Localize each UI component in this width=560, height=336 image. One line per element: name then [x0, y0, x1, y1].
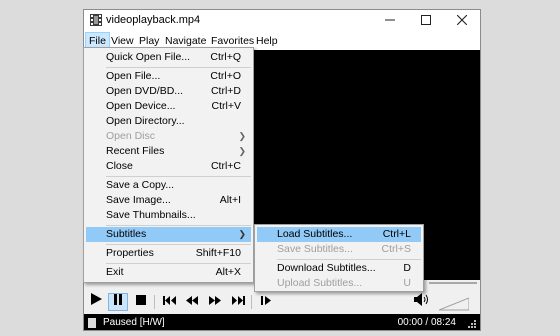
menu-item-label: Save Subtitles...	[277, 243, 353, 255]
menu-separator	[106, 176, 251, 177]
menu-item-load-subtitles[interactable]: Load Subtitles... Ctrl+L	[257, 227, 421, 242]
stop-button[interactable]	[131, 293, 151, 311]
fast-forward-button[interactable]	[205, 293, 225, 311]
menu-item-save-subtitles: Save Subtitles... Ctrl+S	[257, 242, 421, 257]
close-icon	[456, 14, 468, 26]
control-divider	[154, 295, 155, 309]
menu-separator	[106, 225, 251, 226]
menu-item-label: Open Device...	[106, 100, 176, 112]
rewind-icon	[186, 296, 198, 305]
play-button[interactable]	[86, 293, 106, 311]
menu-item-label: Load Subtitles...	[277, 228, 353, 240]
pause-button[interactable]	[108, 293, 128, 311]
minimize-icon	[385, 19, 395, 21]
volume-slider[interactable]	[439, 297, 469, 311]
menu-item-shortcut: Ctrl+Q	[210, 51, 241, 63]
menu-item-exit[interactable]: Exit Alt+X	[86, 265, 251, 280]
rewind-button[interactable]	[182, 293, 202, 311]
skip-next-icon	[231, 296, 245, 305]
menu-item-label: Subtitles	[106, 228, 147, 240]
frame-step-button[interactable]	[256, 293, 276, 311]
time-display: 00:00 / 08:24	[397, 317, 456, 328]
menu-item-label: Save Image...	[106, 194, 171, 206]
menu-item-download-subtitles[interactable]: Download Subtitles... D	[257, 261, 421, 276]
menu-item-shortcut: Ctrl+V	[211, 100, 241, 112]
status-bar: Paused [H/W] 00:00 / 08:24	[84, 314, 480, 330]
frame-step-icon	[260, 296, 271, 305]
control-bar	[84, 290, 480, 314]
menu-separator	[106, 244, 251, 245]
menu-item-label: Save a Copy...	[106, 179, 175, 191]
previous-button[interactable]	[159, 293, 179, 311]
menu-item-label: Open File...	[106, 70, 161, 82]
skip-previous-icon	[162, 296, 176, 305]
submenu-arrow-icon: ❯	[238, 146, 246, 156]
menu-item-label: Upload Subtitles...	[277, 277, 363, 289]
menu-item-label: Quick Open File...	[106, 51, 191, 63]
menu-item-shortcut: Ctrl+L	[382, 228, 411, 240]
menu-help[interactable]: Help	[253, 32, 281, 50]
menu-separator	[106, 67, 251, 68]
menu-item-save-copy[interactable]: Save a Copy...	[86, 178, 251, 193]
file-menu-dropdown: Quick Open File... Ctrl+Q Open File... C…	[83, 47, 254, 283]
menu-item-shortcut: Alt+I	[219, 194, 241, 206]
control-divider	[251, 295, 252, 309]
menu-item-shortcut: Ctrl+D	[210, 85, 241, 97]
menu-item-label: Download Subtitles...	[277, 262, 376, 274]
menu-item-label: Open Directory...	[106, 115, 185, 127]
subtitles-submenu: Load Subtitles... Ctrl+L Save Subtitles.…	[254, 224, 424, 292]
menu-item-properties[interactable]: Properties Shift+F10	[86, 246, 251, 261]
speaker-icon	[414, 293, 428, 306]
fast-forward-icon	[209, 296, 221, 305]
playback-status: Paused [H/W]	[103, 317, 165, 328]
menu-item-label: Open DVD/BD...	[106, 85, 184, 97]
minimize-button[interactable]	[372, 10, 408, 32]
menu-item-subtitles[interactable]: Subtitles ❯	[86, 227, 251, 242]
maximize-icon	[421, 15, 431, 25]
menu-item-shortcut: D	[403, 262, 411, 274]
menu-item-shortcut: Ctrl+C	[210, 160, 241, 172]
submenu-arrow-icon: ❯	[238, 229, 246, 239]
pause-icon	[114, 294, 122, 305]
menu-item-open-dvd[interactable]: Open DVD/BD... Ctrl+D	[86, 84, 251, 99]
file-icon	[88, 318, 96, 328]
menu-item-shortcut: Ctrl+O	[210, 70, 241, 82]
menu-item-shortcut: Ctrl+S	[381, 243, 411, 255]
app-icon	[90, 14, 102, 26]
menu-item-label: Exit	[106, 266, 124, 278]
menu-item-close[interactable]: Close Ctrl+C	[86, 159, 251, 174]
menu-item-upload-subtitles: Upload Subtitles... U	[257, 276, 421, 291]
menu-item-label: Save Thumbnails...	[106, 209, 196, 221]
menu-item-quick-open[interactable]: Quick Open File... Ctrl+Q	[86, 50, 251, 65]
menu-item-open-file[interactable]: Open File... Ctrl+O	[86, 69, 251, 84]
menu-item-recent-files[interactable]: Recent Files ❯	[86, 144, 251, 159]
menu-item-shortcut: U	[403, 277, 411, 289]
resize-grip-icon[interactable]	[467, 319, 477, 329]
menu-item-shortcut: Alt+X	[215, 266, 241, 278]
maximize-button[interactable]	[408, 10, 444, 32]
stop-icon	[136, 295, 146, 305]
mute-button[interactable]	[412, 293, 432, 311]
menu-item-open-directory[interactable]: Open Directory...	[86, 114, 251, 129]
window-title: videoplayback.mp4	[106, 14, 201, 26]
submenu-arrow-icon: ❯	[238, 131, 246, 141]
close-button[interactable]	[444, 10, 480, 32]
menu-item-label: Properties	[106, 247, 154, 259]
menu-item-label: Recent Files	[106, 145, 165, 157]
play-icon	[91, 293, 102, 305]
menu-item-open-disc: Open Disc ❯	[86, 129, 251, 144]
next-button[interactable]	[228, 293, 248, 311]
menu-separator	[106, 263, 251, 264]
menu-item-shortcut: Shift+F10	[195, 247, 241, 259]
menu-item-label: Open Disc	[106, 130, 156, 142]
menu-item-open-device[interactable]: Open Device... Ctrl+V	[86, 99, 251, 114]
menu-item-save-image[interactable]: Save Image... Alt+I	[86, 193, 251, 208]
menu-item-save-thumbnails[interactable]: Save Thumbnails...	[86, 208, 251, 223]
menu-item-label: Close	[106, 160, 133, 172]
title-bar[interactable]: videoplayback.mp4	[84, 10, 480, 32]
seek-bar[interactable]	[429, 282, 477, 284]
menu-separator	[277, 259, 421, 260]
